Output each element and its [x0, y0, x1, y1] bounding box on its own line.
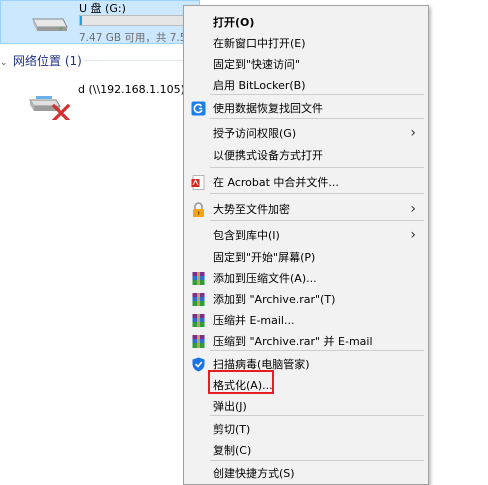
menu-item-label: 压缩并 E-mail... — [213, 314, 295, 327]
menu-item-item-6[interactable]: 以便携式设备方式打开 — [184, 145, 428, 166]
menu-item-a[interactable]: 格式化(A)... — [184, 375, 428, 396]
chevron-right-icon: › — [410, 125, 416, 141]
menu-separator — [210, 167, 424, 168]
drive-space-bar-fill — [80, 16, 83, 25]
network-locations-group[interactable]: ⌄ 网络位置 (1) — [0, 52, 82, 69]
menu-item-bitlocker-b[interactable]: 启用 BitLocker(B) — [184, 75, 428, 96]
menu-item-p[interactable]: 固定到"开始"屏幕(P) — [184, 247, 428, 268]
group-divider — [84, 60, 184, 61]
menu-item-s[interactable]: 创建快捷方式(S) — [184, 463, 428, 484]
menu-item-label: 复制(C) — [213, 444, 252, 457]
menu-item-e[interactable]: 在新窗口中打开(E) — [184, 33, 428, 54]
drive-name: U 盘 (G:) — [79, 2, 126, 15]
menu-item-label: 创建快捷方式(S) — [213, 467, 295, 480]
menu-item-c[interactable]: 复制(C) — [184, 440, 428, 461]
context-menu: 打开(O) 在新窗口中打开(E) 固定到"快速访问" 启用 BitLocker(B) 使… — [183, 5, 429, 485]
menu-item-label: 以便携式设备方式打开 — [213, 149, 323, 162]
menu-item-label: 固定到"快速访问" — [213, 58, 301, 71]
winrar-icon — [191, 271, 206, 286]
menu-item-a[interactable]: 添加到压缩文件(A)... — [184, 268, 428, 289]
menu-separator — [210, 118, 424, 119]
drive-space-text: 7.47 GB 可用，共 7.5 — [79, 32, 187, 44]
menu-item-o[interactable]: 打开(O) — [184, 12, 428, 33]
menu-item-label: 授予访问权限(G) — [213, 127, 297, 140]
disconnected-network-drive-icon[interactable] — [28, 86, 80, 120]
menu-item-archive-rar-t[interactable]: 添加到 "Archive.rar"(T) — [184, 289, 428, 310]
menu-item-label: 添加到压缩文件(A)... — [213, 272, 317, 285]
menu-item-t[interactable]: 剪切(T) — [184, 419, 428, 440]
menu-item-label: 固定到"开始"屏幕(P) — [213, 251, 316, 264]
recovery-icon — [191, 101, 206, 116]
menu-item-label: 包含到库中(I) — [213, 229, 280, 242]
menu-item-label: 打开(O) — [213, 16, 255, 29]
menu-item-label: 格式化(A)... — [213, 379, 273, 392]
menu-item-g[interactable]: 授予访问权限(G) › — [184, 123, 428, 144]
menu-item-item-4[interactable]: 使用数据恢复找回文件 — [184, 98, 428, 119]
menu-item-j[interactable]: 弹出(J) — [184, 396, 428, 417]
menu-item-archive-rar-e-mail[interactable]: 压缩到 "Archive.rar" 并 E-mail — [184, 331, 428, 352]
chevron-down-icon: ⌄ — [0, 58, 8, 68]
menu-item-label: 大势至文件加密 — [213, 203, 290, 216]
menu-item-label: 启用 BitLocker(B) — [213, 79, 306, 92]
menu-item-label: 使用数据恢复找回文件 — [213, 102, 323, 115]
menu-item-i[interactable]: 包含到库中(I) › — [184, 225, 428, 246]
menu-item-label: 弹出(J) — [213, 400, 247, 413]
network-drive-name[interactable]: d (\\192.168.1.105) ( — [78, 83, 193, 96]
menu-separator — [210, 220, 424, 221]
chevron-right-icon: › — [410, 201, 416, 217]
network-group-label: 网络位置 (1) — [13, 54, 82, 68]
menu-item-label: 添加到 "Archive.rar"(T) — [213, 293, 336, 306]
menu-item-item-8[interactable]: 大势至文件加密 › — [184, 199, 428, 220]
menu-separator — [210, 415, 424, 416]
menu-item-label: 压缩到 "Archive.rar" 并 E-mail — [213, 335, 373, 348]
winrar-icon — [191, 313, 206, 328]
menu-separator — [210, 94, 424, 95]
menu-separator — [210, 460, 424, 461]
acrobat-icon — [191, 175, 206, 190]
shield-icon — [191, 357, 206, 372]
menu-item-item-15[interactable]: 扫描病毒(电脑管家) — [184, 354, 428, 375]
usb-drive-tile[interactable]: U 盘 (G:) 7.47 GB 可用，共 7.5 — [0, 0, 201, 44]
menu-item-acrobat[interactable]: 在 Acrobat 中合并文件... — [184, 172, 428, 193]
winrar-icon — [191, 334, 206, 349]
menu-separator — [210, 350, 424, 351]
lock-icon — [191, 202, 206, 217]
menu-item-label: 在 Acrobat 中合并文件... — [213, 176, 339, 189]
menu-separator — [210, 193, 424, 194]
menu-item-e-mail[interactable]: 压缩并 E-mail... — [184, 310, 428, 331]
menu-item-label: 扫描病毒(电脑管家) — [213, 358, 310, 371]
chevron-right-icon: › — [410, 227, 416, 243]
menu-item-item-2[interactable]: 固定到"快速访问" — [184, 54, 428, 75]
winrar-icon — [191, 292, 206, 307]
menu-item-label: 在新窗口中打开(E) — [213, 37, 306, 50]
menu-item-label: 剪切(T) — [213, 423, 251, 436]
usb-drive-icon — [32, 18, 68, 31]
